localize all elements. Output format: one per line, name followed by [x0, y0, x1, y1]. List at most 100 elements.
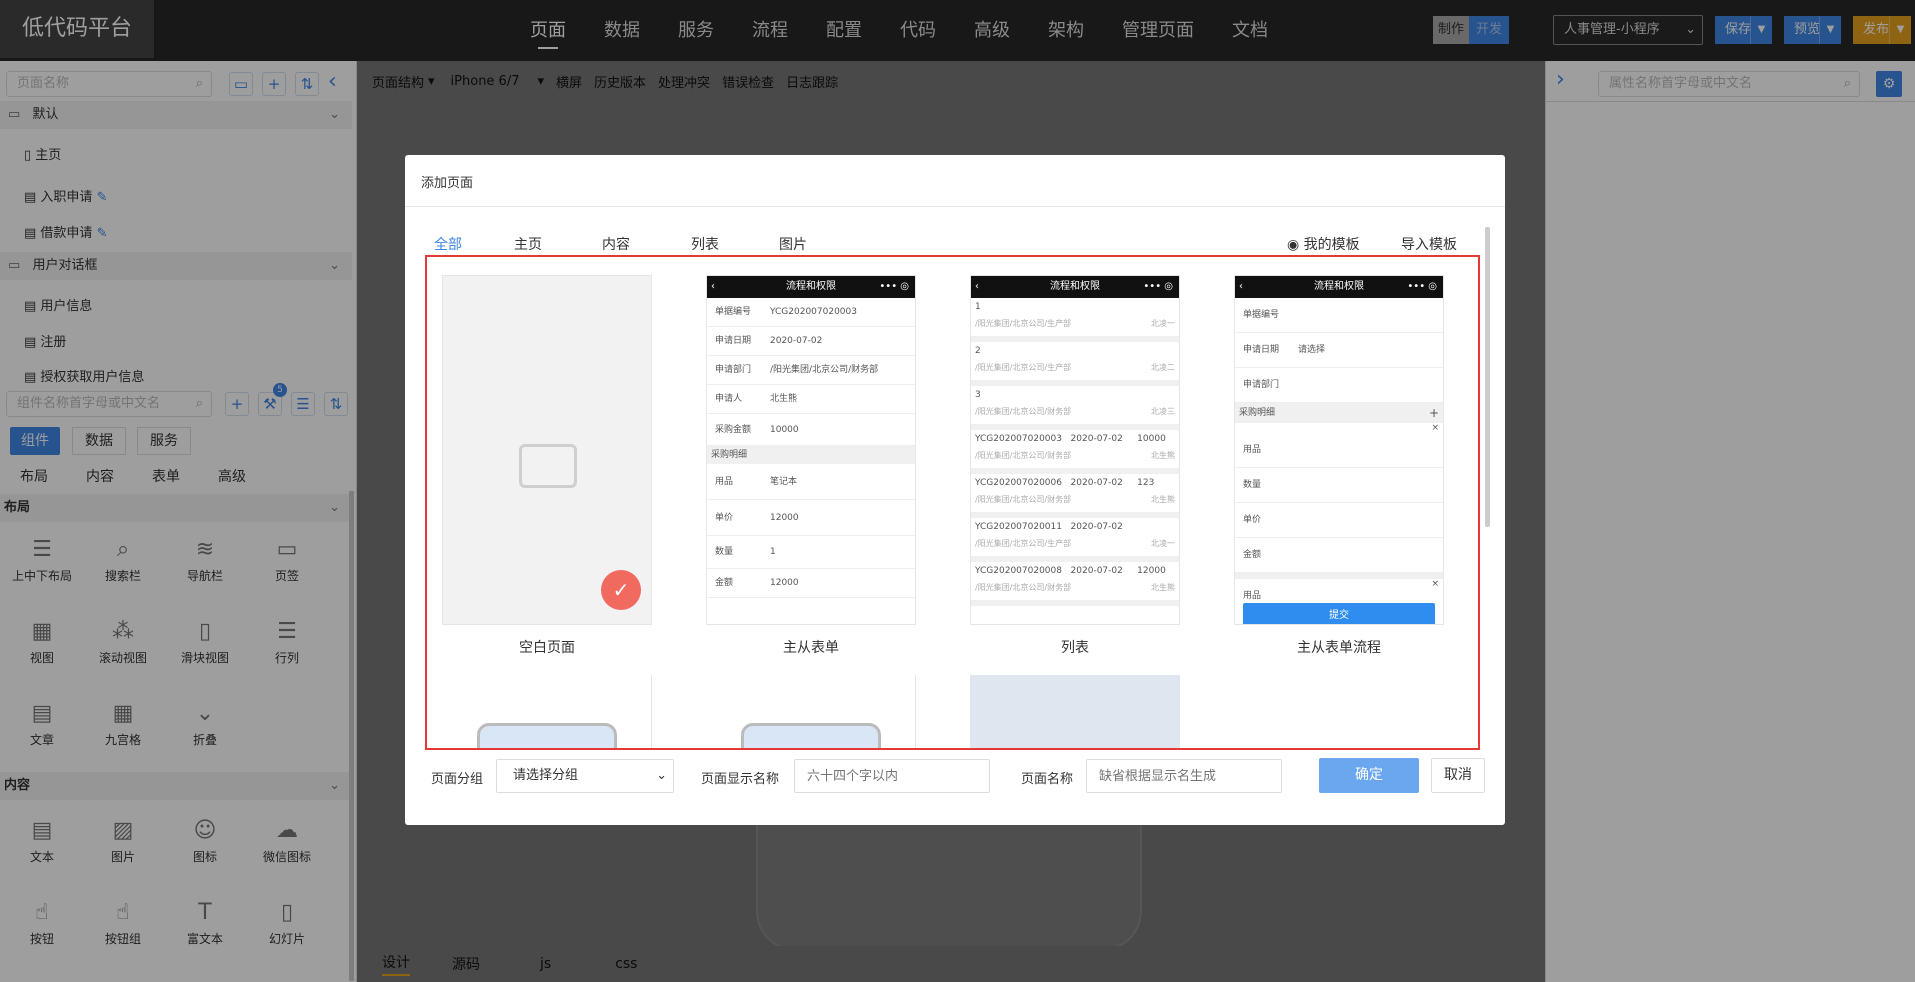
back-icon: ‹: [711, 281, 715, 292]
list-item: YCG202007020006 2020-07-02 123/阳光集团/北京公司…: [971, 474, 1179, 518]
template-card-partial[interactable]: [706, 675, 916, 748]
template-card-blank[interactable]: ✓: [442, 275, 652, 625]
row-key: 单价: [715, 513, 734, 523]
list-sub: /阳光集团/北京公司/财务部: [975, 495, 1072, 504]
tab-all[interactable]: 全部: [434, 234, 462, 254]
card-label: 主从表单流程: [1297, 640, 1381, 656]
list-tag: 北凌三: [1151, 407, 1175, 416]
page-group-label: 页面分组: [431, 772, 484, 787]
inbox-icon: [519, 444, 577, 488]
add-page-dialog: 添加页面 全部 主页 内容 列表 图片 ◉ 我的模板 导入模板 ✓ 空白页面 ‹…: [405, 155, 1505, 825]
tab-home[interactable]: 主页: [514, 234, 542, 254]
list-main: 2: [975, 346, 981, 356]
list-item: 3/阳光集团/北京公司/财务部 北凌三: [971, 386, 1179, 430]
card-label: 空白页面: [519, 640, 575, 656]
tab-image[interactable]: 图片: [779, 234, 807, 254]
list-sub: /阳光集团/北京公司/财务部: [975, 451, 1072, 460]
template-card-list[interactable]: ‹ 流程和权限 ••• ◎ 1/阳光集团/北京公司/生产部 北凌一 2/阳光集团/北京…: [970, 275, 1180, 625]
row-value: 12000: [770, 578, 799, 588]
list-item: YCG202007020011 2020-07-02/阳光集团/北京公司/生产部…: [971, 518, 1179, 562]
dialog-scrollbar[interactable]: [1485, 227, 1490, 527]
image-icon: [477, 723, 617, 748]
list-main: YCG202007020008 2020-07-02 12000: [975, 566, 1166, 576]
row-key: 单据编号: [1243, 310, 1280, 320]
row-value: 1: [770, 547, 776, 557]
preview-row: 申请部门/阳光集团/北京公司/财务部: [707, 356, 915, 385]
row-value: 北生熊: [770, 394, 798, 404]
close-icon: ×: [1431, 579, 1439, 589]
divider: [405, 206, 1505, 207]
section-label: 采购明细: [1239, 408, 1276, 418]
list-item: 2/阳光集团/北京公司/生产部 北凌二: [971, 342, 1179, 386]
tab-list[interactable]: 列表: [691, 234, 719, 254]
preview-title: 流程和权限: [1050, 281, 1100, 292]
list-item: 1/阳光集团/北京公司/生产部 北凌一: [971, 298, 1179, 342]
template-grid: ✓ 空白页面 ‹ 流程和权限 ••• ◎ 单据编号 YCG202007020003 申…: [425, 255, 1480, 750]
row-value: 请选择: [1298, 345, 1326, 355]
display-name-label: 页面显示名称: [701, 772, 780, 787]
preview-section: 采购明细 +: [1235, 403, 1443, 423]
template-card-master-detail[interactable]: ‹ 流程和权限 ••• ◎ 单据编号 YCG202007020003 申请日期 2020…: [706, 275, 916, 625]
row-key: 申请部门: [715, 365, 752, 375]
list-tag: 北凌二: [1151, 363, 1175, 372]
row-key: 数量: [715, 547, 734, 557]
ok-button[interactable]: 确定: [1319, 758, 1419, 793]
preview-row: 用品: [1243, 591, 1262, 601]
my-templates-button[interactable]: ◉ 我的模板: [1287, 234, 1360, 254]
cancel-button[interactable]: 取消: [1431, 758, 1485, 793]
list-item: YCG202007020003 2020-07-02 10000/阳光集团/北京…: [971, 430, 1179, 474]
my-templates-label: 我的模板: [1303, 237, 1360, 253]
dialog-title: 添加页面: [421, 176, 474, 191]
template-card-partial[interactable]: [442, 675, 652, 748]
row-key: 采购金额: [715, 425, 752, 435]
list-tag: 北凌一: [1151, 319, 1175, 328]
preview-header: ‹ 流程和权限 ••• ◎: [1235, 276, 1443, 298]
preview-title: 流程和权限: [786, 281, 836, 292]
row-key: 金额: [715, 578, 734, 588]
chevron-down-icon: ⌄: [656, 768, 667, 783]
preview-row: 单价: [1235, 503, 1443, 538]
preview-row: 单据编号: [1235, 298, 1443, 333]
row-value: YCG202007020003: [770, 307, 857, 317]
list-sub: /阳光集团/北京公司/生产部: [975, 363, 1072, 372]
preview-header: ‹ 流程和权限 ••• ◎: [707, 276, 915, 298]
list-tag: 北生熊: [1151, 495, 1175, 504]
template-card-partial[interactable]: [970, 675, 1180, 748]
list-sub: /阳光集团/北京公司/生产部: [975, 319, 1072, 328]
preview-row: 申请日期 请选择: [1235, 333, 1443, 368]
preview-row: 采购金额 10000: [707, 414, 915, 446]
preview-row: 单据编号 YCG202007020003: [707, 298, 915, 327]
preview-row: 申请部门: [1235, 368, 1443, 403]
row-key: 申请部门: [1243, 380, 1280, 390]
display-name-input[interactable]: [794, 759, 990, 793]
image-icon: [741, 723, 881, 748]
row-value: 2020-07-02: [770, 336, 823, 346]
preview-row: 申请人 北生熊: [707, 385, 915, 414]
preview-row: 数量 1: [707, 536, 915, 569]
template-card-master-detail-flow[interactable]: ‹ 流程和权限 ••• ◎ 单据编号 申请日期 请选择 申请部门 采购明细 + × 用品…: [1234, 275, 1444, 625]
capsule-icon: ••• ◎: [1407, 281, 1437, 292]
page-name-label: 页面名称: [1021, 772, 1074, 787]
page-group-select[interactable]: 请选择分组 ⌄: [496, 759, 674, 793]
close-icon: ×: [1431, 423, 1439, 433]
card-label: 主从表单: [783, 640, 839, 656]
row-key: 用品: [715, 477, 734, 487]
tab-content[interactable]: 内容: [602, 234, 630, 254]
list-tag: 北凌一: [1151, 539, 1175, 548]
row-key: 单据编号: [715, 307, 752, 317]
list-main: 3: [975, 390, 981, 400]
list-tag: 北生熊: [1151, 451, 1175, 460]
list-item: YCG202007020008 2020-07-02 12000/阳光集团/北京…: [971, 562, 1179, 606]
preview-row: 用品 笔记本: [707, 464, 915, 500]
preview-row: 金额 12000: [707, 569, 915, 598]
import-templates-button[interactable]: 导入模板: [1401, 234, 1457, 254]
list-sub: /阳光集团/北京公司/财务部: [975, 583, 1072, 592]
row-value: 笔记本: [770, 477, 798, 487]
row-value: 12000: [770, 513, 799, 523]
list-main: YCG202007020006 2020-07-02 123: [975, 478, 1155, 488]
page-name-input[interactable]: [1086, 759, 1282, 793]
list-main: 1: [975, 302, 981, 312]
capsule-icon: ••• ◎: [1143, 281, 1173, 292]
capsule-icon: ••• ◎: [879, 281, 909, 292]
back-icon: ‹: [1239, 281, 1243, 292]
